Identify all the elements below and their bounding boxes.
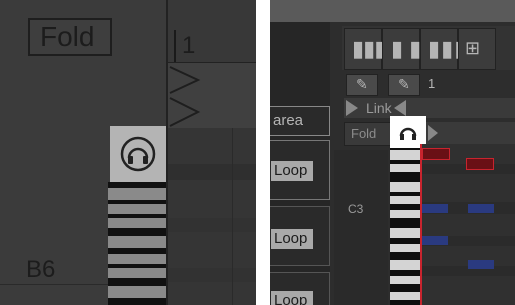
clip-slot[interactable]: Loop bbox=[270, 140, 330, 200]
zoomed-midi-editor-panel: Fold 1 B6 bbox=[0, 0, 256, 305]
piano-key[interactable] bbox=[390, 182, 420, 192]
view-button[interactable]: ▮▮▮ bbox=[420, 28, 466, 70]
pencil-icon: ✎ bbox=[398, 76, 410, 92]
midi-note[interactable] bbox=[466, 158, 494, 170]
midi-note[interactable] bbox=[422, 204, 448, 213]
piano-keyboard[interactable] bbox=[108, 182, 166, 305]
note-name-label: C3 bbox=[348, 202, 364, 216]
area-button[interactable]: area bbox=[270, 106, 330, 136]
loop-button[interactable]: Loop bbox=[271, 161, 313, 181]
loop-button[interactable]: Loop bbox=[271, 291, 313, 305]
piano-key[interactable] bbox=[108, 268, 166, 278]
note-grid[interactable] bbox=[168, 128, 256, 305]
piano-key[interactable] bbox=[390, 292, 420, 300]
start-marker bbox=[428, 125, 438, 141]
clip-slot[interactable]: Loop bbox=[270, 272, 330, 305]
view-button[interactable]: ▮▮ bbox=[382, 28, 421, 70]
piano-key[interactable] bbox=[108, 218, 166, 228]
bar-marker-tick bbox=[174, 30, 176, 62]
start-marker-row[interactable] bbox=[168, 96, 256, 129]
midi-note[interactable] bbox=[468, 204, 494, 213]
loop-button[interactable]: Loop bbox=[271, 229, 313, 249]
note-grid[interactable] bbox=[420, 144, 515, 305]
pencil-icon: ✎ bbox=[356, 76, 368, 92]
piano-key[interactable] bbox=[390, 260, 420, 270]
view-button[interactable]: ▮▮▮▮ bbox=[344, 28, 397, 70]
clip-slot[interactable]: Loop bbox=[270, 206, 330, 266]
loop-brace-row[interactable] bbox=[168, 62, 256, 98]
fold-button[interactable]: Fold bbox=[28, 18, 112, 56]
piano-key[interactable] bbox=[108, 236, 166, 248]
piano-key[interactable] bbox=[390, 164, 420, 172]
note-name-column bbox=[334, 150, 388, 305]
note-name-label: B6 bbox=[26, 256, 56, 283]
title-strip bbox=[270, 0, 515, 22]
piano-keyboard[interactable] bbox=[390, 148, 420, 305]
piano-key[interactable] bbox=[108, 204, 166, 214]
playhead-line bbox=[420, 144, 422, 305]
loop-label: Loop bbox=[274, 230, 308, 247]
link-row[interactable]: Link bbox=[344, 98, 515, 118]
view-button[interactable]: ⊞ bbox=[458, 28, 496, 70]
piano-key[interactable] bbox=[108, 254, 166, 264]
link-label: Link bbox=[366, 100, 392, 116]
piano-key[interactable] bbox=[108, 286, 166, 298]
piano-key[interactable] bbox=[390, 244, 420, 252]
piano-key[interactable] bbox=[390, 150, 420, 160]
piano-key[interactable] bbox=[390, 276, 420, 284]
grid-dense-icon: ⊞ bbox=[465, 38, 481, 58]
headphones-icon bbox=[399, 127, 417, 140]
piano-key[interactable] bbox=[108, 188, 166, 200]
draw-mode-button[interactable]: ✎ bbox=[346, 74, 378, 96]
loop-label: Loop bbox=[274, 292, 308, 305]
fold-button[interactable]: Fold bbox=[344, 122, 392, 146]
marker-row[interactable] bbox=[426, 122, 515, 144]
piano-key[interactable] bbox=[390, 196, 420, 204]
fold-button-label: Fold bbox=[40, 21, 95, 52]
grid-line bbox=[232, 128, 233, 305]
draw-mode-button[interactable]: ✎ bbox=[388, 74, 420, 96]
loop-label: Loop bbox=[274, 162, 308, 179]
loop-end-marker bbox=[394, 100, 406, 116]
area-label: area bbox=[273, 112, 304, 129]
start-marker bbox=[169, 97, 201, 127]
loop-start-marker bbox=[346, 100, 358, 116]
piano-key[interactable] bbox=[390, 210, 420, 218]
midi-note[interactable] bbox=[422, 148, 450, 160]
headphones-icon bbox=[120, 136, 156, 172]
preview-button[interactable] bbox=[110, 126, 166, 182]
key-divider bbox=[0, 284, 108, 285]
bar-number-label: 1 bbox=[428, 76, 436, 91]
grid-row bbox=[168, 164, 256, 180]
grid-row bbox=[168, 218, 256, 232]
piano-key[interactable] bbox=[390, 228, 420, 238]
grid-row bbox=[168, 268, 256, 282]
bar-number-label: 1 bbox=[182, 32, 196, 59]
midi-editor-panel: ▮▮▮▮ ▮▮ ▮▮▮ ⊞ ✎ ✎ 1 Link area Fold Loop … bbox=[270, 0, 515, 305]
midi-note[interactable] bbox=[422, 236, 448, 245]
midi-note[interactable] bbox=[468, 260, 494, 269]
fold-button-label: Fold bbox=[351, 126, 377, 141]
loop-start-marker bbox=[169, 66, 201, 94]
